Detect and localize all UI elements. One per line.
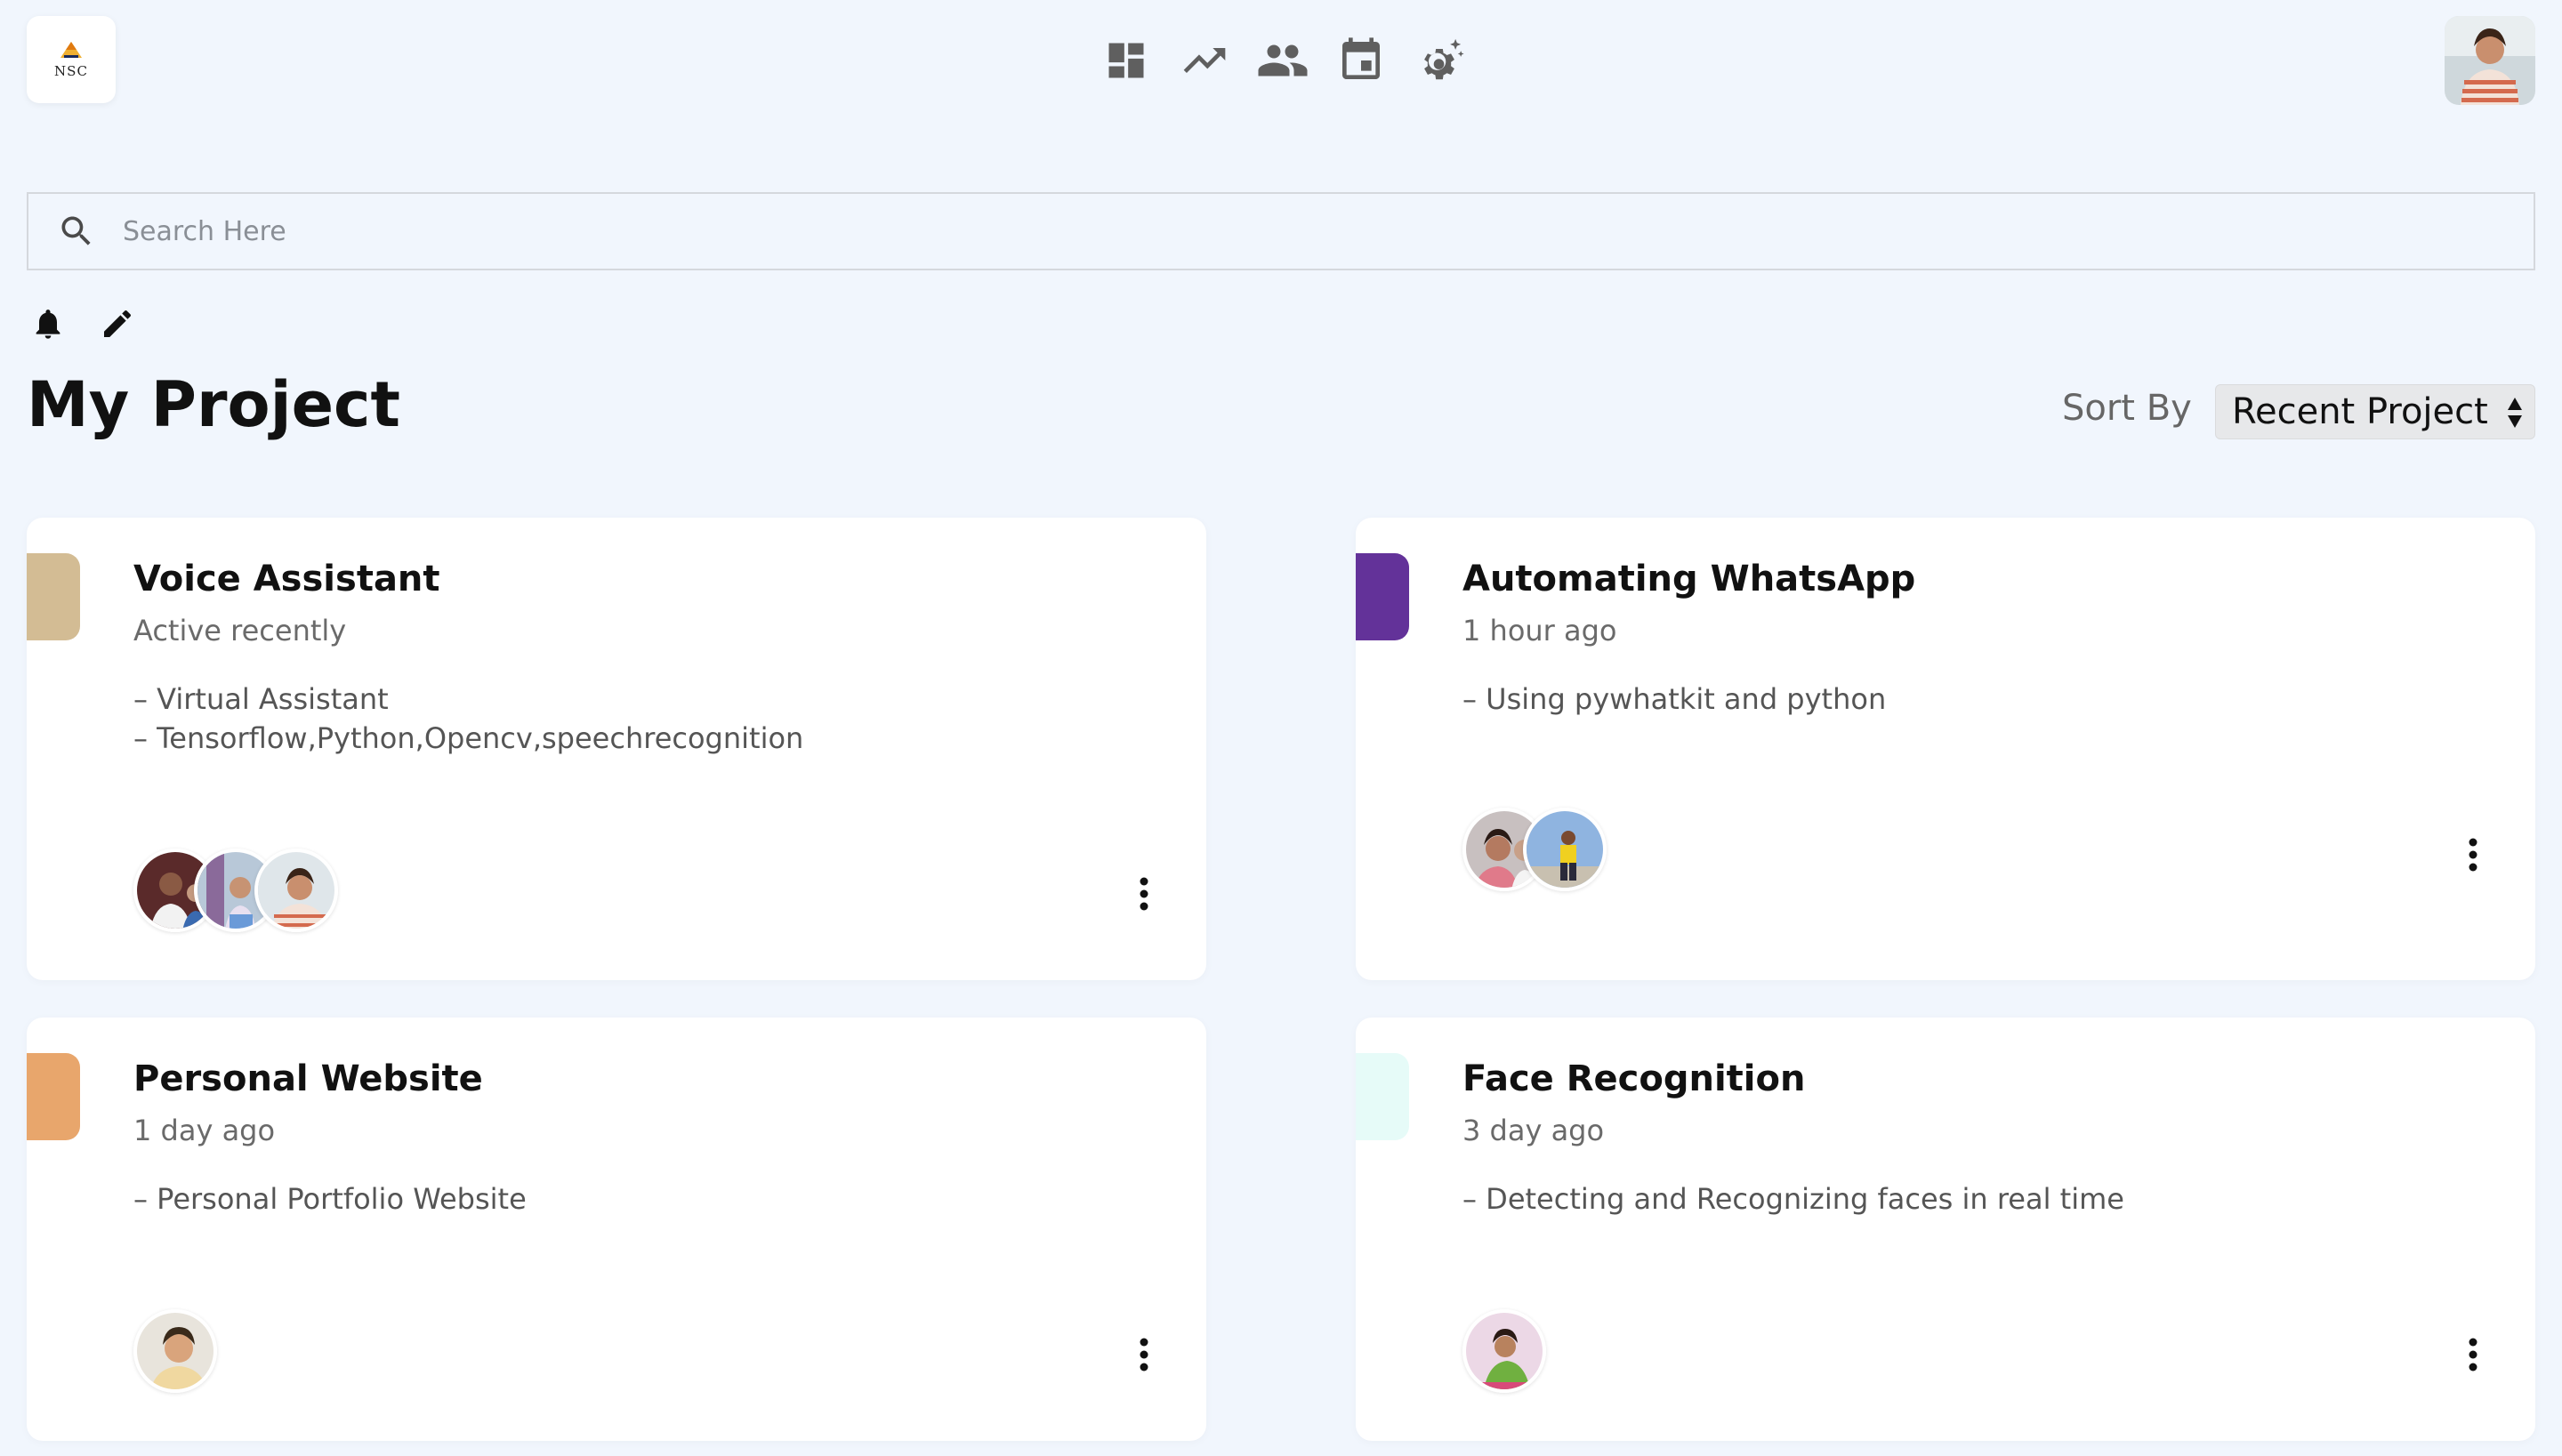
notifications-button[interactable] [27,302,69,345]
sort-label: Sort By [2062,388,2192,429]
calendar-icon [1342,37,1380,79]
search-bar [27,192,2535,270]
project-card[interactable]: Automating WhatsApp 1 hour ago – Using p… [1356,518,2535,980]
project-title: Voice Assistant [133,559,440,599]
project-description: – Using pywhatkit and python [1462,680,1886,719]
project-color-tag [27,553,80,640]
project-description-line: – Tensorflow,Python,Opencv,speechrecogni… [133,721,804,755]
pencil-icon [104,310,132,337]
more-vertical-icon [2469,1338,2477,1372]
search-icon[interactable] [57,212,96,251]
project-members [1462,808,1607,891]
select-arrows-icon [2508,398,2522,428]
logo-text: NSC [54,63,88,79]
project-title: Face Recognition [1462,1058,1806,1099]
search-input[interactable] [123,215,2436,247]
project-time: Active recently [133,614,347,648]
more-vertical-icon [2469,838,2477,872]
more-vertical-icon [1140,877,1148,911]
project-description: – Virtual Assistant – Tensorflow,Python,… [133,680,803,758]
more-vertical-icon [1140,1338,1148,1372]
brand-logo[interactable]: NSC [27,16,116,103]
member-photo [1466,1313,1543,1389]
dashboard-icon [1108,43,1144,78]
more-options-button[interactable] [1126,1332,1162,1377]
nav-people[interactable] [1256,34,1309,87]
nav-calendar[interactable] [1334,34,1388,87]
project-time: 3 day ago [1462,1114,1605,1147]
member-photo [258,852,334,929]
member-avatar[interactable] [254,849,338,932]
bell-icon [36,310,60,339]
project-members [133,1309,217,1393]
people-icon [1258,44,1308,76]
trending-up-icon [1183,48,1226,73]
user-avatar[interactable] [2445,16,2535,105]
more-options-button[interactable] [2455,833,2491,877]
edit-button[interactable] [96,302,139,345]
project-members [1462,1309,1546,1393]
project-description-line: – Detecting and Recognizing faces in rea… [1462,1182,2124,1216]
project-color-tag [27,1053,80,1140]
nav-dashboard[interactable] [1100,34,1153,87]
project-description-line: – Virtual Assistant [133,682,389,716]
project-color-tag [1356,553,1409,640]
nav-settings[interactable] [1413,34,1466,87]
user-photo [2445,16,2535,105]
project-members [133,849,338,932]
project-description-line: – Personal Portfolio Website [133,1182,527,1216]
top-navigation [1100,34,1466,87]
project-color-tag [1356,1053,1409,1140]
sort-select[interactable]: Recent Project [2215,384,2535,439]
sort-selected-value: Recent Project [2232,391,2488,432]
project-card[interactable]: Personal Website 1 day ago – Personal Po… [27,1018,1206,1441]
member-avatar[interactable] [1523,808,1607,891]
page-title: My Project [27,368,400,441]
project-card[interactable]: Face Recognition 3 day ago – Detecting a… [1356,1018,2535,1441]
more-options-button[interactable] [1126,872,1162,916]
project-title: Automating WhatsApp [1462,559,1916,599]
nav-trending[interactable] [1178,34,1231,87]
quick-tools [27,302,139,345]
project-time: 1 hour ago [1462,614,1617,648]
project-description: – Personal Portfolio Website [133,1179,527,1219]
member-avatar[interactable] [1462,1309,1546,1393]
project-card[interactable]: Voice Assistant Active recently – Virtua… [27,518,1206,980]
nsc-logo-icon [60,42,82,58]
project-time: 1 day ago [133,1114,276,1147]
member-photo [1527,811,1603,888]
settings-sparkle-icon [1424,38,1464,80]
more-options-button[interactable] [2455,1332,2491,1377]
member-avatar[interactable] [133,1309,217,1393]
project-title: Personal Website [133,1058,483,1099]
member-photo [137,1313,214,1389]
project-description-line: – Using pywhatkit and python [1462,682,1887,716]
project-description: – Detecting and Recognizing faces in rea… [1462,1179,2124,1219]
